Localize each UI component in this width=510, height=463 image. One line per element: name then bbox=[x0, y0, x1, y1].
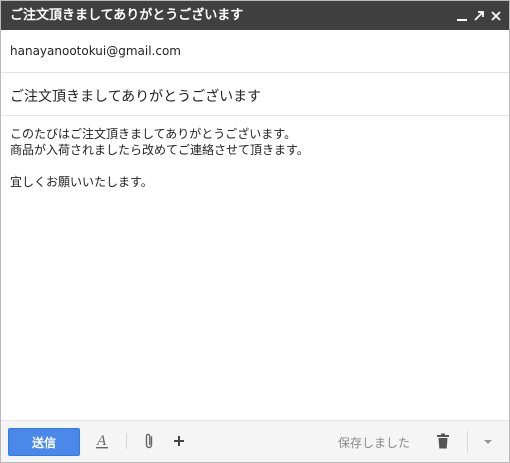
expand-icon[interactable] bbox=[472, 9, 486, 23]
minimize-icon[interactable] bbox=[455, 9, 469, 23]
svg-text:A: A bbox=[96, 433, 107, 449]
format-text-icon[interactable]: A bbox=[93, 431, 111, 451]
compose-window: ご注文頂きましてありがとうございます hanayanootokui@gmail.… bbox=[0, 0, 510, 463]
body-line: 商品が入荷されましたら改めてご連絡させて頂きます。 bbox=[10, 143, 309, 157]
toolbar-divider bbox=[126, 433, 127, 449]
trash-icon[interactable] bbox=[434, 431, 452, 451]
more-options-button[interactable] bbox=[472, 427, 503, 456]
subject-text[interactable]: ご注文頂きましてありがとうございます bbox=[10, 86, 261, 106]
chevron-down-icon bbox=[483, 439, 492, 444]
toolbar-divider bbox=[467, 431, 468, 453]
close-icon[interactable] bbox=[489, 9, 503, 23]
compose-toolbar: 送信 A 保存しました bbox=[1, 420, 509, 462]
save-status: 保存しました bbox=[338, 436, 411, 450]
subject-field[interactable]: ご注文頂きましてありがとうございます bbox=[1, 73, 509, 116]
recipient-address[interactable]: hanayanootokui@gmail.com bbox=[10, 44, 181, 58]
window-controls bbox=[452, 7, 503, 24]
compose-title: ご注文頂きましてありがとうございます bbox=[10, 8, 244, 23]
plus-icon[interactable] bbox=[170, 431, 188, 451]
body-line: 宜しくお願いいたします。 bbox=[10, 175, 153, 189]
compose-titlebar[interactable]: ご注文頂きましてありがとうございます bbox=[1, 1, 509, 30]
send-button[interactable]: 送信 bbox=[8, 428, 80, 456]
paperclip-icon[interactable] bbox=[141, 431, 157, 451]
body-line: このたびはご注文頂きましてありがとうございます。 bbox=[10, 127, 297, 141]
to-field[interactable]: hanayanootokui@gmail.com bbox=[1, 30, 509, 73]
message-body[interactable]: このたびはご注文頂きましてありがとうございます。 商品が入荷されましたら改めてご… bbox=[1, 116, 509, 420]
